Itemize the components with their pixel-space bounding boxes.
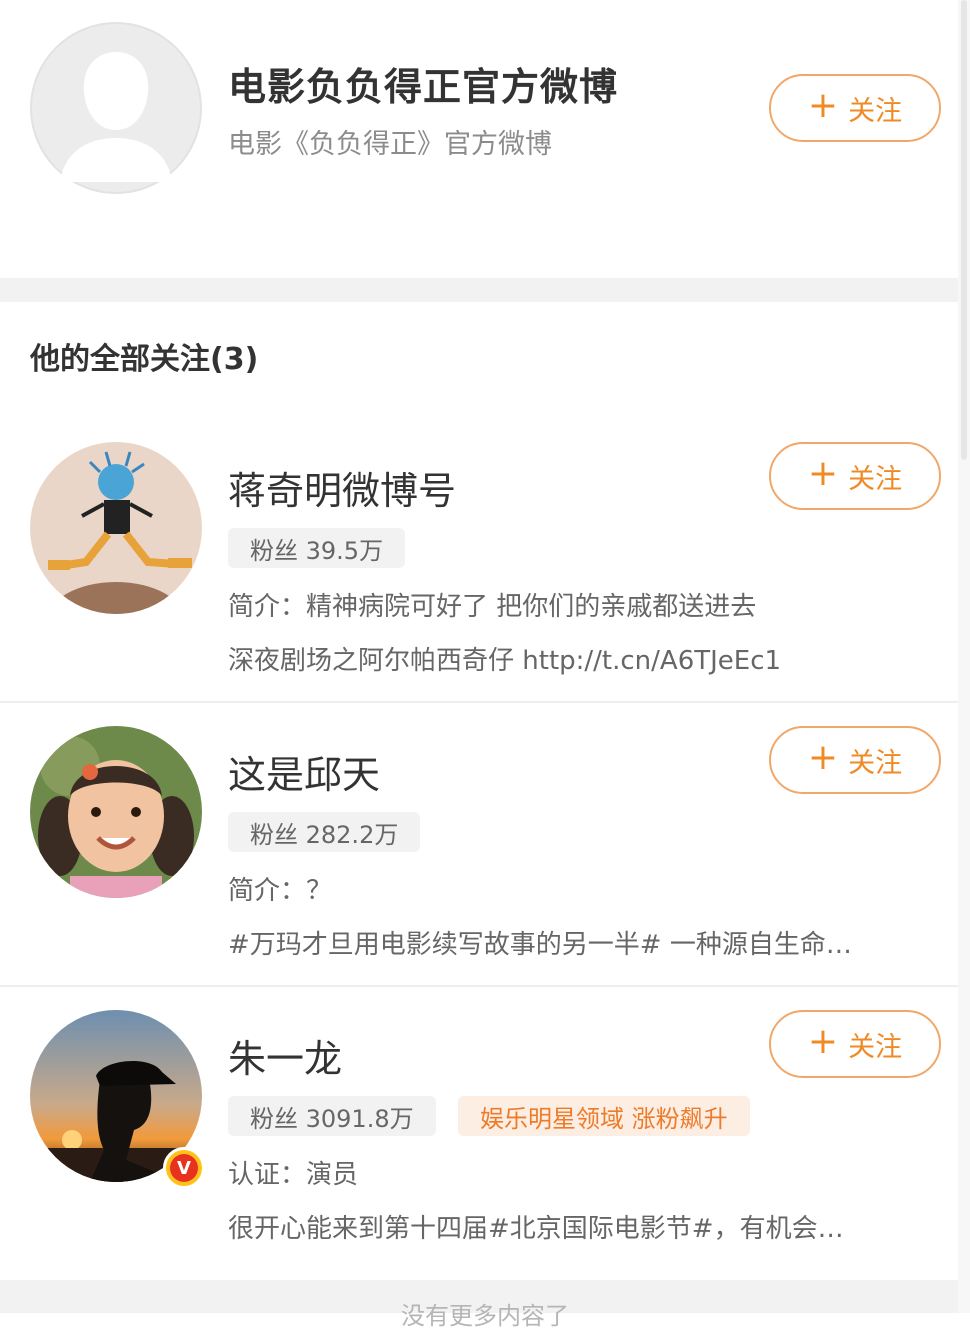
fans-count-badge: 粉丝 3091.8万 bbox=[228, 1096, 436, 1136]
list-item[interactable]: 蒋奇明微博号 粉丝 39.5万 简介：精神病院可好了 把你们的亲戚都送进去 深夜… bbox=[0, 420, 958, 702]
user-certification: 认证：演员 bbox=[228, 1160, 359, 1190]
user-name[interactable]: 这是邱天 bbox=[228, 744, 380, 799]
verified-badge-icon: V bbox=[163, 1147, 205, 1189]
follow-label: 关注 bbox=[848, 1031, 903, 1063]
plus-icon: + bbox=[807, 1021, 839, 1062]
list-item[interactable]: 这是邱天 粉丝 282.2万 简介：？ #万玛才旦用电影续写故事的另一半# 一种… bbox=[0, 704, 958, 986]
default-avatar-icon bbox=[30, 22, 202, 194]
plus-icon: + bbox=[807, 453, 839, 494]
user-name[interactable]: 朱一龙 bbox=[228, 1028, 342, 1083]
user-extra: #万玛才旦用电影续写故事的另一半# 一种源自生命… bbox=[228, 930, 852, 960]
plus-icon: + bbox=[807, 85, 839, 126]
profile-follow-button[interactable]: + 关注 bbox=[769, 74, 941, 142]
row-divider bbox=[0, 701, 958, 703]
user-avatar[interactable] bbox=[30, 726, 202, 898]
plus-icon: + bbox=[807, 737, 839, 778]
section-title: 他的全部关注(3) bbox=[30, 342, 259, 377]
drawing-avatar-icon bbox=[30, 442, 202, 614]
row-divider bbox=[0, 985, 958, 987]
fans-count-badge: 粉丝 282.2万 bbox=[228, 812, 421, 852]
follow-button[interactable]: + 关注 bbox=[769, 726, 941, 794]
photo-avatar-icon bbox=[30, 726, 202, 898]
user-intro: 简介：？ bbox=[228, 876, 333, 906]
user-extra: 很开心能来到第十四届#北京国际电影节#，有机会… bbox=[228, 1214, 844, 1244]
user-avatar[interactable] bbox=[30, 442, 202, 614]
profile-description: 电影《负负得正》官方微博 bbox=[228, 129, 552, 160]
user-name[interactable]: 蒋奇明微博号 bbox=[228, 460, 456, 515]
follow-label: 关注 bbox=[848, 747, 903, 779]
profile-avatar[interactable] bbox=[30, 22, 202, 194]
follow-button[interactable]: + 关注 bbox=[769, 442, 941, 510]
follow-label: 关注 bbox=[848, 95, 903, 127]
profile-header: 电影负负得正官方微博 电影《负负得正》官方微博 + 关注 bbox=[0, 0, 958, 278]
section-divider bbox=[0, 278, 958, 302]
trending-tag-badge: 娱乐明星领域 涨粉飙升 bbox=[458, 1096, 750, 1136]
fans-count-badge: 粉丝 39.5万 bbox=[228, 528, 406, 568]
profile-name: 电影负负得正官方微博 bbox=[228, 65, 619, 109]
scrollbar-thumb[interactable] bbox=[961, 0, 967, 460]
user-intro: 简介：精神病院可好了 把你们的亲戚都送进去 bbox=[228, 592, 757, 622]
no-more-content-text: 没有更多内容了 bbox=[401, 1302, 569, 1330]
follow-button[interactable]: + 关注 bbox=[769, 1010, 941, 1078]
list-item[interactable]: V 朱一龙 粉丝 3091.8万 娱乐明星领域 涨粉飙升 认证：演员 很开心能来… bbox=[0, 988, 958, 1278]
follow-label: 关注 bbox=[848, 463, 903, 495]
user-extra: 深夜剧场之阿尔帕西奇仔 http://t.cn/A6TJeEc1 bbox=[228, 646, 782, 676]
